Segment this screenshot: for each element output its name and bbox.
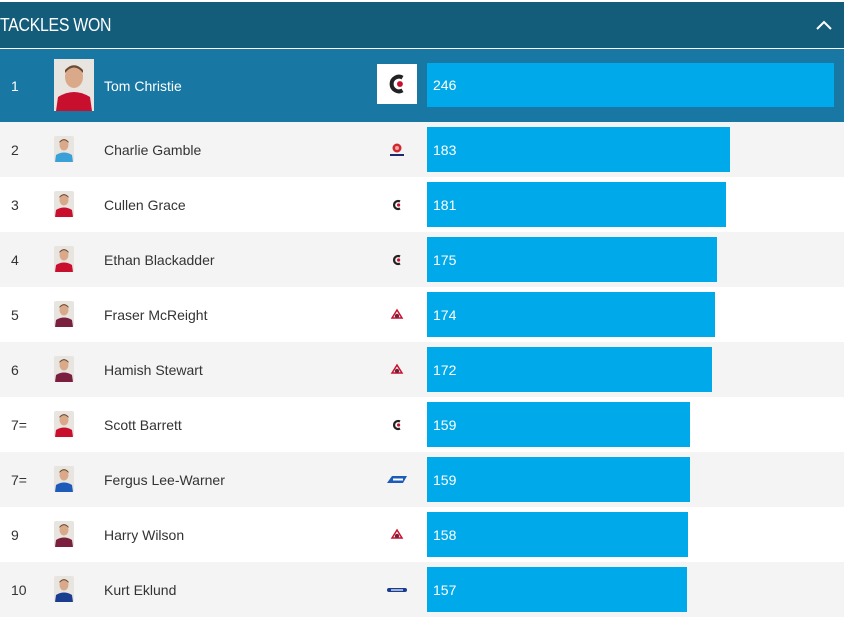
player-name[interactable]: Scott Barrett [104, 397, 182, 452]
reds-logo [386, 360, 408, 380]
stat-value: 158 [433, 526, 457, 543]
player-photo [54, 56, 94, 114]
crusaders-logo [386, 415, 408, 435]
player-name[interactable]: Cullen Grace [104, 177, 186, 232]
chevron-up-icon[interactable] [804, 2, 844, 48]
player-name[interactable]: Tom Christie [104, 49, 182, 122]
leaderboard-row[interactable]: 3 Cullen Grace 181 [0, 177, 844, 232]
leaderboard-row[interactable]: 2 Charlie Gamble 183 [0, 122, 844, 177]
player-photo [54, 246, 74, 272]
leaderboard-row[interactable]: 6 Hamish Stewart 172 [0, 342, 844, 397]
stat-bar: 172 [427, 347, 712, 392]
stat-bar: 246 [427, 63, 834, 107]
player-rank: 1 [11, 77, 19, 94]
player-rank: 2 [11, 141, 19, 158]
player-name[interactable]: Hamish Stewart [104, 342, 203, 397]
stat-bar: 181 [427, 182, 726, 227]
player-rank: 3 [11, 196, 19, 213]
leaderboard-list: 1 Tom Christie 246 2 Charlie Gamble 183 3 Cu… [0, 49, 844, 617]
crusaders-logo [386, 195, 408, 215]
player-photo [54, 576, 74, 602]
reds-logo [386, 305, 408, 325]
player-rank: 7= [11, 416, 27, 433]
stat-value: 181 [433, 196, 457, 213]
player-rank: 5 [11, 306, 19, 323]
stat-value: 175 [433, 251, 457, 268]
panel-title: TACKLES WON [0, 14, 112, 35]
player-photo [54, 191, 74, 217]
tackles-won-panel: TACKLES WON 1 Tom Christie 246 2 Charlie G… [0, 0, 844, 621]
player-photo [54, 136, 74, 162]
stat-bar: 159 [427, 402, 690, 447]
leaderboard-row[interactable]: 7= Fergus Lee-Warner 159 [0, 452, 844, 507]
player-name[interactable]: Charlie Gamble [104, 122, 201, 177]
stat-value: 174 [433, 306, 457, 323]
waratahs-logo [386, 140, 408, 160]
stat-bar: 159 [427, 457, 690, 502]
player-photo [54, 356, 74, 382]
force-logo [386, 470, 408, 490]
blues-logo [386, 580, 408, 600]
player-photo [54, 521, 74, 547]
player-rank: 4 [11, 251, 19, 268]
stat-value: 157 [433, 581, 457, 598]
leaderboard-row-leader[interactable]: 1 Tom Christie 246 [0, 49, 844, 122]
reds-logo [386, 525, 408, 545]
player-name[interactable]: Harry Wilson [104, 507, 184, 562]
stat-bar: 158 [427, 512, 688, 557]
crusaders-logo [377, 64, 417, 104]
player-rank: 10 [11, 581, 27, 598]
player-name[interactable]: Fergus Lee-Warner [104, 452, 225, 507]
stat-value: 183 [433, 141, 457, 158]
leaderboard-row[interactable]: 10 Kurt Eklund 157 [0, 562, 844, 617]
leaderboard-row[interactable]: 7= Scott Barrett 159 [0, 397, 844, 452]
leaderboard-row[interactable]: 4 Ethan Blackadder 175 [0, 232, 844, 287]
player-name[interactable]: Fraser McReight [104, 287, 207, 342]
stat-value: 159 [433, 471, 457, 488]
leaderboard-row[interactable]: 9 Harry Wilson 158 [0, 507, 844, 562]
player-photo [54, 411, 74, 437]
player-name[interactable]: Kurt Eklund [104, 562, 176, 617]
crusaders-logo [386, 250, 408, 270]
leaderboard-row[interactable]: 5 Fraser McReight 174 [0, 287, 844, 342]
stat-value: 159 [433, 416, 457, 433]
stat-value: 246 [433, 77, 457, 93]
stat-bar: 174 [427, 292, 715, 337]
player-name[interactable]: Ethan Blackadder [104, 232, 215, 287]
player-rank: 7= [11, 471, 27, 488]
player-rank: 6 [11, 361, 19, 378]
stat-bar: 157 [427, 567, 687, 612]
player-photo [54, 466, 74, 492]
stat-bar: 183 [427, 127, 730, 172]
panel-header[interactable]: TACKLES WON [0, 2, 844, 48]
stat-bar: 175 [427, 237, 717, 282]
stat-value: 172 [433, 361, 457, 378]
player-rank: 9 [11, 526, 19, 543]
player-photo [54, 301, 74, 327]
